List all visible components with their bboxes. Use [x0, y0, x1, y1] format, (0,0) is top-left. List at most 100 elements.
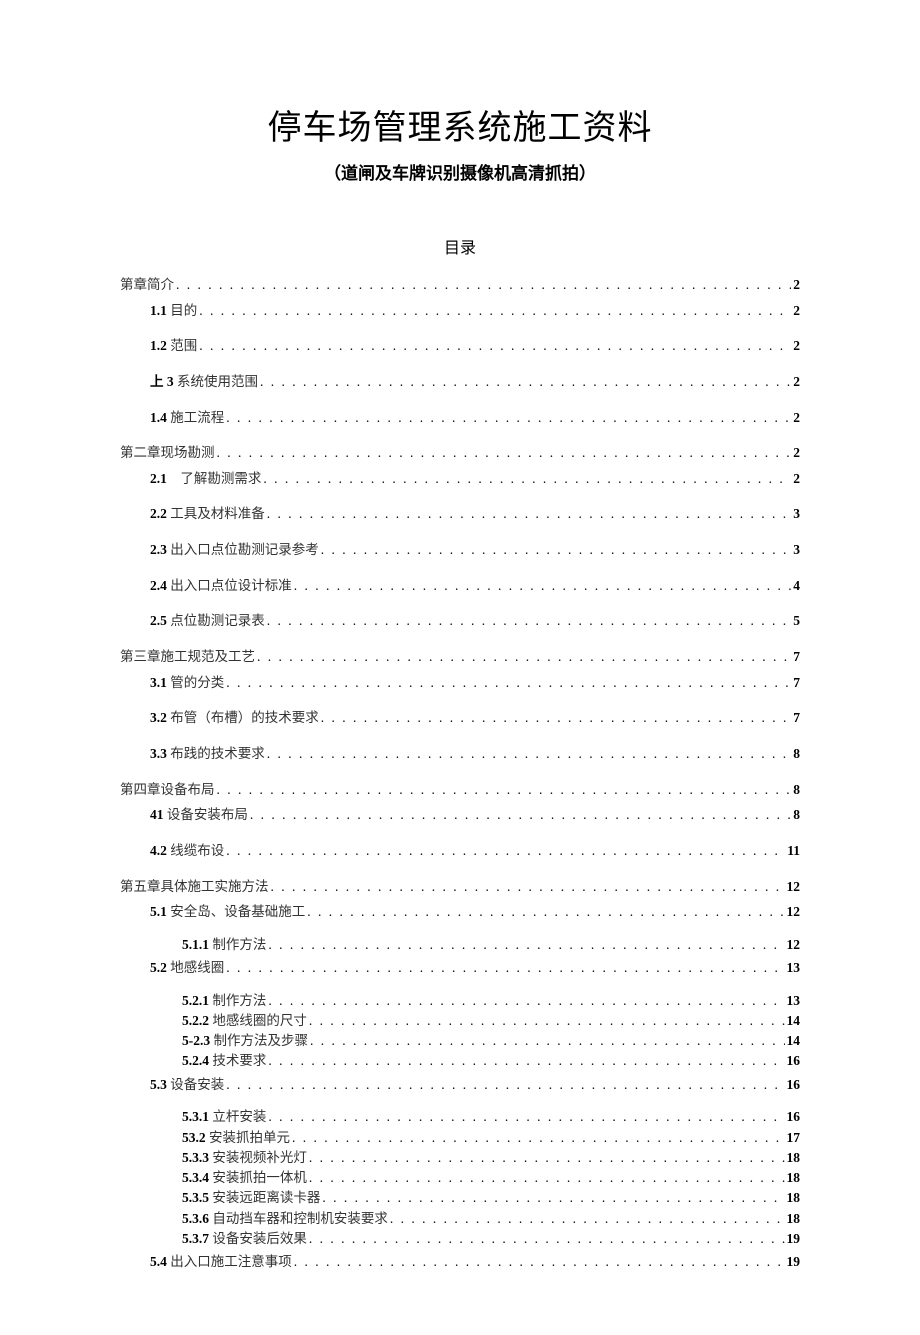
toc-row: 5-2.3 制作方法及步骤 . . . . . . . . . . . . . …: [120, 1031, 800, 1051]
toc-row: 5.4 出入口施工注意事项 . . . . . . . . . . . . . …: [120, 1249, 800, 1275]
toc-number: 4.2: [150, 843, 167, 858]
toc-page-number: 16: [787, 1107, 801, 1127]
toc-text: 安装抓拍单元: [206, 1130, 290, 1145]
toc-label: 2.1 了解勘测需求: [150, 466, 261, 492]
toc-number: 上 3: [150, 374, 174, 389]
toc-leader-dots: . . . . . . . . . . . . . . . . . . . . …: [268, 1051, 784, 1071]
toc-row: 5.2.2 地感线圈的尺寸 . . . . . . . . . . . . . …: [120, 1011, 800, 1031]
toc-spacer: [120, 695, 800, 705]
toc-label: 第四章设备布局: [120, 777, 215, 803]
toc-leader-dots: . . . . . . . . . . . . . . . . . . . . …: [309, 1168, 785, 1188]
toc-label: 5.2.2 地感线圈的尺寸: [182, 1011, 307, 1031]
toc-page-number: 2: [793, 272, 800, 298]
toc-number: 5.1.1: [182, 937, 209, 952]
toc-label: 4.2 线缆布设: [150, 838, 224, 864]
toc-label: 5.4 出入口施工注意事项: [150, 1249, 292, 1275]
toc-row: 5.2.1 制作方法 . . . . . . . . . . . . . . .…: [120, 991, 800, 1011]
toc-spacer: [120, 395, 800, 405]
toc-spacer: [120, 634, 800, 644]
toc-row: 3.2 布管（布槽）的技术要求 . . . . . . . . . . . . …: [120, 705, 800, 731]
toc-leader-dots: . . . . . . . . . . . . . . . . . . . . …: [307, 899, 784, 925]
toc-leader-dots: . . . . . . . . . . . . . . . . . . . . …: [217, 777, 792, 803]
toc-text: 第五章具体施工实施方法: [120, 879, 269, 894]
toc-row: 5.2 地感线圈 . . . . . . . . . . . . . . . .…: [120, 955, 800, 981]
toc-number: 5.3.6: [182, 1211, 209, 1226]
toc-number: 5.2.4: [182, 1053, 209, 1068]
toc-page-number: 2: [793, 369, 800, 395]
toc-page-number: 8: [793, 741, 800, 767]
toc-row: 第三章施工规范及工艺 . . . . . . . . . . . . . . .…: [120, 644, 800, 670]
toc-leader-dots: . . . . . . . . . . . . . . . . . . . . …: [310, 1031, 785, 1051]
toc-label: 第二章现场勘测: [120, 440, 215, 466]
toc-page-number: 7: [793, 644, 800, 670]
toc-row: 第五章具体施工实施方法 . . . . . . . . . . . . . . …: [120, 874, 800, 900]
toc-text: 设备安装布局: [164, 807, 248, 822]
toc-number: 41: [150, 807, 164, 822]
toc-spacer: [120, 430, 800, 440]
toc-row: 5.3.3 安装视频补光灯 . . . . . . . . . . . . . …: [120, 1148, 800, 1168]
toc-leader-dots: . . . . . . . . . . . . . . . . . . . . …: [309, 1229, 785, 1249]
toc-label: 5.3 设备安装: [150, 1072, 224, 1098]
toc-number: 2.3: [150, 542, 167, 557]
toc-text: 制作方法及步骤: [210, 1033, 308, 1048]
document-subtitle: （道闸及车牌识别摄像机高清抓拍）: [120, 159, 800, 184]
toc-text: 技术要求: [209, 1053, 266, 1068]
toc-row: 5.3 设备安装 . . . . . . . . . . . . . . . .…: [120, 1072, 800, 1098]
toc-leader-dots: . . . . . . . . . . . . . . . . . . . . …: [268, 1107, 784, 1127]
toc-label: 1.1 目的: [150, 298, 197, 324]
toc-leader-dots: . . . . . . . . . . . . . . . . . . . . …: [250, 802, 791, 828]
toc-leader-dots: . . . . . . . . . . . . . . . . . . . . …: [263, 466, 791, 492]
toc-text: 出入口施工注意事项: [167, 1254, 292, 1269]
toc-text: 设备安装: [167, 1077, 224, 1092]
toc-spacer: [120, 359, 800, 369]
toc-label: 1.2 范围: [150, 333, 197, 359]
toc-number: 2.4: [150, 578, 167, 593]
toc-page-number: 2: [793, 405, 800, 431]
toc-text: 安全岛、设备基础施工: [167, 904, 305, 919]
toc-row: 1.1 目的 . . . . . . . . . . . . . . . . .…: [120, 298, 800, 324]
toc-leader-dots: . . . . . . . . . . . . . . . . . . . . …: [271, 874, 785, 900]
toc-label: 2.5 点位勘测记录表: [150, 608, 265, 634]
toc-label: 5.3.1 立杆安装: [182, 1107, 266, 1127]
toc-leader-dots: . . . . . . . . . . . . . . . . . . . . …: [268, 935, 784, 955]
toc-label: 41 设备安装布局: [150, 802, 248, 828]
toc-page-number: 11: [787, 838, 800, 864]
toc-leader-dots: . . . . . . . . . . . . . . . . . . . . …: [294, 573, 792, 599]
toc-label: 5.3.5 安装远距离读卡器: [182, 1188, 320, 1208]
toc-row: 2.4 出入口点位设计标准 . . . . . . . . . . . . . …: [120, 573, 800, 599]
toc-label: 第五章具体施工实施方法: [120, 874, 269, 900]
toc-text: 地感线圈的尺寸: [209, 1013, 307, 1028]
toc-leader-dots: . . . . . . . . . . . . . . . . . . . . …: [267, 501, 792, 527]
toc-text: 布践的技术要求: [167, 746, 265, 761]
toc-row: 1.4 施工流程 . . . . . . . . . . . . . . . .…: [120, 405, 800, 431]
toc-spacer: [120, 767, 800, 777]
toc-page-number: 2: [793, 466, 800, 492]
toc-number: 5.2: [150, 960, 167, 975]
toc-number: 5.4: [150, 1254, 167, 1269]
toc-row: 3.1 管的分类 . . . . . . . . . . . . . . . .…: [120, 670, 800, 696]
toc-text: 自动挡车器和控制机安装要求: [209, 1211, 388, 1226]
toc-spacer: [120, 731, 800, 741]
toc-label: 5.1 安全岛、设备基础施工: [150, 899, 305, 925]
toc-page-number: 3: [793, 537, 800, 563]
toc-text: 立杆安装: [209, 1109, 266, 1124]
toc-number: 5.1: [150, 904, 167, 919]
toc-row: 4.2 线缆布设 . . . . . . . . . . . . . . . .…: [120, 838, 800, 864]
toc-leader-dots: . . . . . . . . . . . . . . . . . . . . …: [199, 298, 791, 324]
toc-page-number: 18: [787, 1148, 801, 1168]
toc-text: 系统使用范围: [174, 374, 258, 389]
toc-page-number: 2: [793, 440, 800, 466]
toc-text: 点位勘测记录表: [167, 613, 265, 628]
toc-text: 了解勘测需求: [167, 471, 262, 486]
toc-row: 2.1 了解勘测需求 . . . . . . . . . . . . . . .…: [120, 466, 800, 492]
toc-spacer: [120, 925, 800, 935]
toc-leader-dots: . . . . . . . . . . . . . . . . . . . . …: [199, 333, 791, 359]
toc-page-number: 3: [793, 501, 800, 527]
toc-text: 安装视频补光灯: [209, 1150, 307, 1165]
toc-text: 出入口点位设计标准: [167, 578, 292, 593]
toc-spacer: [120, 527, 800, 537]
toc-leader-dots: . . . . . . . . . . . . . . . . . . . . …: [322, 1188, 784, 1208]
toc-page-number: 17: [787, 1128, 801, 1148]
toc-text: 第三章施工规范及工艺: [120, 649, 255, 664]
toc-row: 5.1 安全岛、设备基础施工 . . . . . . . . . . . . .…: [120, 899, 800, 925]
